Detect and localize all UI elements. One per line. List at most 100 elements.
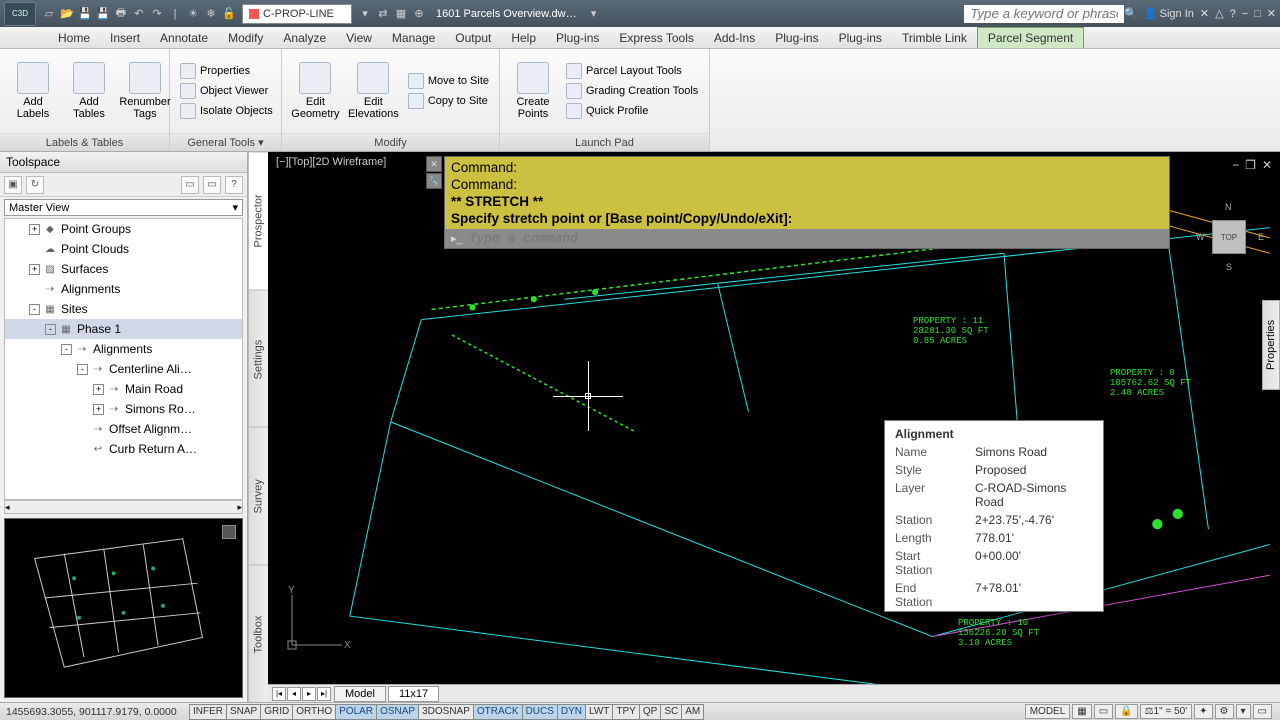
help-icon[interactable]: ? <box>1230 8 1236 20</box>
menu-tab-analyze[interactable]: Analyze <box>273 27 336 48</box>
tree-expander[interactable]: + <box>29 264 40 275</box>
prospector-tree[interactable]: +◆Point Groups☁Point Clouds+▨Surfaces⇢Al… <box>4 218 243 500</box>
layout-prev-icon[interactable]: ◂ <box>287 687 301 701</box>
annotation-scale[interactable]: ⚖ 1" = 50' <box>1140 704 1193 719</box>
close-icon[interactable]: ✕ <box>1267 7 1276 20</box>
status-toggle-ducs[interactable]: DUCS <box>522 704 558 720</box>
tree-item[interactable]: -⇢Alignments <box>5 339 242 359</box>
undo-icon[interactable]: ↶ <box>131 6 147 22</box>
tree-expander[interactable]: + <box>93 384 104 395</box>
light-icon[interactable]: ☀ <box>185 6 201 22</box>
current-layer-dropdown[interactable]: C-PROP-LINE <box>242 4 352 24</box>
layout-first-icon[interactable]: |◂ <box>272 687 286 701</box>
drawing-viewport[interactable]: [−][Top][2D Wireframe] ✕ 🔧 Command: Comm… <box>268 152 1280 702</box>
menu-tab-manage[interactable]: Manage <box>382 27 445 48</box>
viewcube-face[interactable]: TOP <box>1212 220 1246 254</box>
toolspace-tab-prospector[interactable]: Prospector <box>249 152 268 290</box>
menu-tab-plug-ins[interactable]: Plug-ins <box>546 27 609 48</box>
create-points-button[interactable]: CreatePoints <box>508 60 558 122</box>
minimize-icon[interactable]: − <box>1242 8 1248 20</box>
tree-expander[interactable]: + <box>29 224 40 235</box>
viewcube-s[interactable]: S <box>1226 262 1232 272</box>
exchange-icon[interactable]: ✕ <box>1200 7 1209 20</box>
status-toggle-grid[interactable]: GRID <box>260 704 293 720</box>
tree-item[interactable]: -▦Phase 1 <box>5 319 242 339</box>
tree-item[interactable]: ⇢Alignments <box>5 279 242 299</box>
properties-button[interactable]: Properties <box>178 62 275 80</box>
sb-layout-icon[interactable]: ▭ <box>1094 704 1113 719</box>
viewcube-e[interactable]: E <box>1258 232 1264 242</box>
add-labels-button[interactable]: AddLabels <box>8 60 58 122</box>
isolate-objects-button[interactable]: Isolate Objects <box>178 102 275 120</box>
status-toggle-dyn[interactable]: DYN <box>557 704 586 720</box>
menu-tab-view[interactable]: View <box>336 27 382 48</box>
autodesk-icon[interactable]: △ <box>1215 7 1223 20</box>
tree-item[interactable]: +⇢Simons Ro… <box>5 399 242 419</box>
toolspace-tb-2[interactable]: ▭ <box>203 176 221 194</box>
menu-tab-annotate[interactable]: Annotate <box>150 27 218 48</box>
layout-tab-model[interactable]: Model <box>334 686 386 702</box>
move-to-site-button[interactable]: Move to Site <box>406 72 491 90</box>
viewport-label[interactable]: [−][Top][2D Wireframe] <box>276 156 386 168</box>
freeze-icon[interactable]: ❄ <box>203 6 219 22</box>
layout-last-icon[interactable]: ▸| <box>317 687 331 701</box>
parcel-layout-tools-button[interactable]: Parcel Layout Tools <box>564 62 700 80</box>
infocenter-icon[interactable]: 🔍 <box>1124 7 1138 20</box>
preview-toggle[interactable] <box>222 525 236 539</box>
tree-item[interactable]: +⇢Main Road <box>5 379 242 399</box>
sb-misc-2[interactable]: ⚙ <box>1215 704 1234 719</box>
misc-icon-2[interactable]: ▦ <box>393 6 409 22</box>
menu-tab-insert[interactable]: Insert <box>100 27 150 48</box>
panel-title[interactable]: General Tools ▾ <box>170 133 281 151</box>
model-space-button[interactable]: MODEL <box>1025 704 1071 719</box>
annotation-scale-lock-icon[interactable]: 🔒 <box>1115 704 1137 719</box>
workspace-switch-icon[interactable]: ▾ <box>1236 704 1251 719</box>
layout-next-icon[interactable]: ▸ <box>302 687 316 701</box>
redo-icon[interactable]: ↷ <box>149 6 165 22</box>
object-viewer-button[interactable]: Object Viewer <box>178 82 275 100</box>
status-toggle-tpy[interactable]: TPY <box>612 704 639 720</box>
status-toggle-snap[interactable]: SNAP <box>226 704 261 720</box>
menu-tab-trimble-link[interactable]: Trimble Link <box>892 27 977 48</box>
tree-hscroll[interactable]: ◂▸ <box>4 500 243 514</box>
menu-tab-add-ins[interactable]: Add-Ins <box>704 27 765 48</box>
qat-more-icon[interactable]: ▾ <box>357 6 373 22</box>
status-toggle-polar[interactable]: POLAR <box>335 704 377 720</box>
menu-tab-express-tools[interactable]: Express Tools <box>609 27 703 48</box>
edit-geometry-button[interactable]: EditGeometry <box>290 60 341 122</box>
add-tables-button[interactable]: AddTables <box>64 60 114 122</box>
grading-creation-tools-button[interactable]: Grading Creation Tools <box>564 82 700 100</box>
lock-icon[interactable]: 🔓 <box>221 6 237 22</box>
sb-grid-icon[interactable]: ▦ <box>1072 704 1091 719</box>
tree-item[interactable]: +◆Point Groups <box>5 219 242 239</box>
status-toggle-am[interactable]: AM <box>681 704 704 720</box>
viewcube-w[interactable]: W <box>1196 232 1205 242</box>
vp-close-icon[interactable]: ✕ <box>1262 158 1272 172</box>
tree-item[interactable]: ↩Curb Return A… <box>5 439 242 459</box>
ucs-icon[interactable]: Y X <box>282 585 352 658</box>
tree-item[interactable]: ☁Point Clouds <box>5 239 242 259</box>
new-icon[interactable]: ▱ <box>41 6 57 22</box>
status-toggle-lwt[interactable]: LWT <box>585 704 613 720</box>
app-logo[interactable]: C3D <box>4 2 36 26</box>
toolspace-tab-survey[interactable]: Survey <box>249 427 268 565</box>
viewcube-n[interactable]: N <box>1225 202 1232 212</box>
menu-tab-parcel-segment[interactable]: Parcel Segment <box>977 27 1084 48</box>
plot-icon[interactable]: 🖶 <box>113 6 129 22</box>
tree-item[interactable]: ⇢Offset Alignm… <box>5 419 242 439</box>
toolspace-tab-settings[interactable]: Settings <box>249 290 268 428</box>
menu-tab-output[interactable]: Output <box>445 27 501 48</box>
vp-restore-icon[interactable]: ❐ <box>1245 158 1256 172</box>
saveas-icon[interactable]: 💾 <box>95 6 111 22</box>
tree-expander[interactable]: - <box>77 364 88 375</box>
menu-tab-plug-ins[interactable]: Plug-ins <box>765 27 828 48</box>
tree-item[interactable]: -▦Sites <box>5 299 242 319</box>
status-toggle-otrack[interactable]: OTRACK <box>473 704 523 720</box>
copy-to-site-button[interactable]: Copy to Site <box>406 92 491 110</box>
cmd-close-icon[interactable]: ✕ <box>426 156 442 172</box>
menu-tab-modify[interactable]: Modify <box>218 27 273 48</box>
tree-expander[interactable]: - <box>29 304 40 315</box>
status-toggle-osnap[interactable]: OSNAP <box>376 704 419 720</box>
doc-dropdown-icon[interactable]: ▾ <box>586 6 602 22</box>
toolspace-tb-1[interactable]: ▭ <box>181 176 199 194</box>
